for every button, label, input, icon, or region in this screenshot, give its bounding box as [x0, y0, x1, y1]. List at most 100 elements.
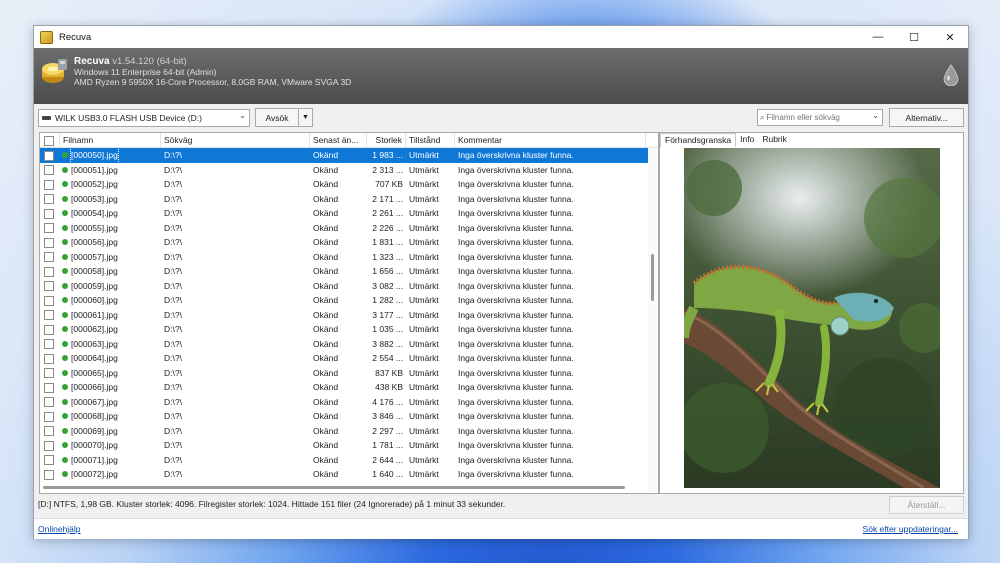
table-row[interactable]: [000061].jpg D:\?\ Okänd 3 177 ... Utmärkt In…: [40, 308, 648, 323]
table-row[interactable]: [000054].jpg D:\?\ Okänd 2 261 ... Utmärkt In…: [40, 206, 648, 221]
cell-filename: [000062].jpg: [60, 322, 161, 337]
row-checkbox[interactable]: [44, 310, 54, 321]
cell-size: 3 177 ...: [372, 309, 403, 320]
row-checkbox[interactable]: [44, 324, 54, 335]
row-checkbox[interactable]: [44, 295, 54, 306]
column-header-name[interactable]: Filnamn: [60, 133, 161, 147]
cell-state: Utmärkt: [409, 193, 439, 204]
tab-preview[interactable]: Förhandsgranska: [660, 133, 737, 147]
cell-size: 1 831 ...: [372, 237, 403, 247]
scan-button[interactable]: Avsök ▼: [255, 108, 313, 127]
table-row[interactable]: [000060].jpg D:\?\ Okänd 1 282 ... Utmärkt In…: [40, 293, 648, 308]
column-header-comment[interactable]: Kommentar: [455, 133, 646, 147]
cell-filename: [000065].jpg: [60, 366, 161, 381]
file-rows: [000050].jpg D:\?\ Okänd 1 983 ... Utmärkt In…: [40, 148, 648, 482]
preview-image-iguana: [684, 148, 940, 488]
search-input[interactable]: [764, 113, 867, 122]
scan-dropdown-arrow-icon[interactable]: ▼: [298, 109, 312, 126]
table-row[interactable]: [000064].jpg D:\?\ Okänd 2 554 ... Utmärkt In…: [40, 351, 648, 366]
row-checkbox[interactable]: [44, 266, 54, 277]
tab-info[interactable]: Info: [736, 133, 758, 146]
table-row[interactable]: [000066].jpg D:\?\ Okänd 438 KB Utmärkt Inga …: [40, 380, 648, 395]
table-row[interactable]: [000050].jpg D:\?\ Okänd 1 983 ... Utmärkt In…: [40, 148, 648, 163]
column-header-size[interactable]: Storlek: [367, 133, 406, 147]
row-checkbox[interactable]: [44, 150, 54, 161]
filename-search[interactable]: ⌕ ⌄: [757, 109, 883, 126]
maximize-button[interactable]: ☐: [896, 26, 932, 48]
row-checkbox[interactable]: [44, 179, 54, 190]
state-dot-icon: [62, 413, 68, 420]
filename-text: [000058].jpg: [71, 266, 118, 276]
row-checkbox[interactable]: [44, 368, 54, 379]
online-help-link[interactable]: Onlinehjälp: [38, 524, 81, 534]
row-checkbox[interactable]: [44, 426, 54, 437]
column-header-state[interactable]: Tillstånd: [406, 133, 455, 147]
table-row[interactable]: [000056].jpg D:\?\ Okänd 1 831 ... Utmärkt In…: [40, 235, 648, 250]
table-row[interactable]: [000070].jpg D:\?\ Okänd 1 781 ... Utmärkt In…: [40, 438, 648, 453]
row-checkbox[interactable]: [44, 382, 54, 393]
row-checkbox-cell: [40, 264, 60, 279]
filename-text: [000071].jpg: [71, 454, 118, 465]
table-row[interactable]: [000053].jpg D:\?\ Okänd 2 171 ... Utmärkt In…: [40, 192, 648, 207]
table-row[interactable]: [000068].jpg D:\?\ Okänd 3 846 ... Utmärkt In…: [40, 409, 648, 424]
cell-date: Okänd: [313, 338, 339, 349]
close-button[interactable]: ✕: [932, 26, 968, 48]
row-checkbox-cell: [40, 395, 60, 410]
row-checkbox[interactable]: [44, 194, 54, 205]
minimize-button[interactable]: —: [860, 26, 896, 48]
column-header-path[interactable]: Sökväg: [161, 133, 310, 147]
drive-select[interactable]: WILK USB3.0 FLASH USB Device (D:) ⌄: [38, 109, 250, 127]
cell-path: D:\?\: [164, 237, 182, 247]
row-checkbox[interactable]: [44, 455, 54, 466]
row-checkbox[interactable]: [44, 469, 54, 480]
row-checkbox[interactable]: [44, 353, 54, 364]
table-row[interactable]: [000067].jpg D:\?\ Okänd 4 176 ... Utmärkt In…: [40, 395, 648, 410]
table-row[interactable]: [000058].jpg D:\?\ Okänd 1 656 ... Utmärkt In…: [40, 264, 648, 279]
select-all-checkbox[interactable]: [44, 135, 54, 146]
row-checkbox[interactable]: [44, 165, 54, 176]
row-checkbox[interactable]: [44, 440, 54, 451]
horizontal-scrollbar[interactable]: [40, 484, 648, 492]
state-dot-icon: [62, 297, 68, 304]
table-row[interactable]: [000051].jpg D:\?\ Okänd 2 313 ... Utmärkt In…: [40, 163, 648, 178]
row-checkbox[interactable]: [44, 339, 54, 350]
table-row[interactable]: [000055].jpg D:\?\ Okänd 2 226 ... Utmärkt In…: [40, 221, 648, 236]
row-checkbox[interactable]: [44, 208, 54, 219]
table-row[interactable]: [000069].jpg D:\?\ Okänd 2 297 ... Utmärkt In…: [40, 424, 648, 439]
tab-header[interactable]: Rubrik: [758, 133, 791, 146]
cell-date: Okänd: [313, 440, 339, 450]
restore-button[interactable]: Återställ...: [889, 496, 964, 514]
filename-text: [000066].jpg: [71, 382, 118, 392]
row-checkbox[interactable]: [44, 223, 54, 234]
vertical-scrollbar[interactable]: [648, 148, 657, 492]
table-row[interactable]: [000065].jpg D:\?\ Okänd 837 KB Utmärkt Inga …: [40, 366, 648, 381]
cell-state: Utmärkt: [409, 280, 439, 291]
table-row[interactable]: [000063].jpg D:\?\ Okänd 3 882 ... Utmärkt In…: [40, 337, 648, 352]
cell-comment: Inga överskrivna kluster funna.: [458, 237, 574, 247]
row-checkbox[interactable]: [44, 237, 54, 248]
cell-filename: [000059].jpg: [60, 279, 161, 294]
cell-path: D:\?\: [164, 425, 182, 436]
table-row[interactable]: [000057].jpg D:\?\ Okänd 1 323 ... Utmärkt In…: [40, 250, 648, 265]
vertical-scroll-thumb[interactable]: [651, 254, 654, 301]
options-button[interactable]: Alternativ...: [889, 108, 964, 127]
row-checkbox-cell: [40, 453, 60, 468]
cell-state: Utmärkt: [409, 454, 439, 465]
table-row[interactable]: [000059].jpg D:\?\ Okänd 3 082 ... Utmärkt In…: [40, 279, 648, 294]
row-checkbox-cell: [40, 177, 60, 192]
table-row[interactable]: [000071].jpg D:\?\ Okänd 2 644 ... Utmärkt In…: [40, 453, 648, 468]
table-row[interactable]: [000072].jpg D:\?\ Okänd 1 640 ... Utmärkt In…: [40, 467, 648, 482]
cell-path: D:\?\: [164, 324, 182, 334]
row-checkbox[interactable]: [44, 281, 54, 292]
column-header-date[interactable]: Senast än...: [310, 133, 367, 147]
cell-date: Okänd: [313, 425, 339, 436]
row-checkbox[interactable]: [44, 397, 54, 408]
horizontal-scroll-thumb[interactable]: [43, 486, 625, 489]
row-checkbox[interactable]: [44, 252, 54, 263]
table-row[interactable]: [000062].jpg D:\?\ Okänd 1 035 ... Utmärkt In…: [40, 322, 648, 337]
check-updates-link[interactable]: Sök efter uppdateringar...: [863, 524, 958, 534]
cell-path: D:\?\: [164, 208, 182, 218]
table-row[interactable]: [000052].jpg D:\?\ Okänd 707 KB Utmärkt Inga …: [40, 177, 648, 192]
usb-drive-icon: [42, 116, 51, 120]
row-checkbox[interactable]: [44, 411, 54, 422]
